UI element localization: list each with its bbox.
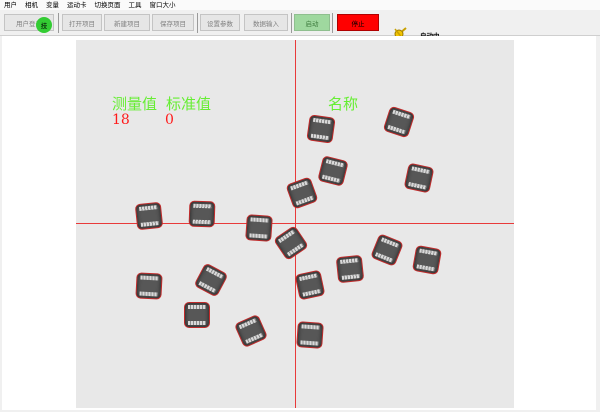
detected-part bbox=[272, 224, 310, 262]
standard-value: 0 bbox=[165, 112, 174, 128]
name-label: 名称 bbox=[328, 95, 359, 113]
detected-part bbox=[135, 272, 163, 300]
crosshair-vertical-line bbox=[295, 40, 296, 408]
detected-part bbox=[285, 176, 319, 210]
menu-camera[interactable]: 相机 bbox=[21, 0, 42, 10]
detected-part bbox=[245, 214, 273, 242]
detected-part bbox=[296, 321, 324, 349]
open-project-button[interactable]: 打开项目 bbox=[62, 14, 102, 31]
data-input-button[interactable]: 数据输入 bbox=[244, 14, 288, 31]
detected-part bbox=[233, 313, 269, 349]
detected-part bbox=[382, 105, 416, 139]
stop-button[interactable]: 停止 bbox=[337, 14, 379, 31]
detected-part bbox=[317, 155, 349, 187]
detected-part bbox=[370, 233, 404, 267]
detected-part bbox=[188, 200, 216, 228]
detected-part bbox=[134, 201, 164, 231]
menu-user[interactable]: 用户 bbox=[0, 0, 21, 10]
detected-part bbox=[403, 162, 435, 194]
detected-part bbox=[335, 254, 365, 284]
detected-part bbox=[193, 262, 229, 298]
toolbar-divider bbox=[197, 13, 198, 33]
camera-image-view[interactable]: 测量值 标准值 名称 18 0 bbox=[76, 40, 514, 408]
toolbar-divider bbox=[58, 13, 59, 33]
measured-value: 18 bbox=[112, 112, 130, 128]
standard-value-label: 标准值 bbox=[166, 95, 212, 113]
new-project-button[interactable]: 新建项目 bbox=[104, 14, 150, 31]
menu-tools[interactable]: 工具 bbox=[125, 0, 146, 10]
menu-window-size[interactable]: 窗口大小 bbox=[146, 0, 180, 10]
detected-part bbox=[306, 114, 336, 144]
detected-part bbox=[294, 269, 326, 301]
measured-value-label: 测量值 bbox=[112, 95, 158, 113]
save-project-button[interactable]: 保存项目 bbox=[152, 14, 194, 31]
toolbar-divider bbox=[291, 13, 292, 33]
start-button[interactable]: 启动 bbox=[294, 14, 330, 31]
menu-bar: 用户 相机 变量 运动卡 切换页面 工具 窗口大小 bbox=[0, 0, 600, 10]
settings-button[interactable]: 设置参数 bbox=[200, 14, 240, 31]
toolbar: 用户登录 打开项目 新建项目 保存项目 设置参数 数据输入 启动 停止 自动中 bbox=[0, 11, 600, 41]
detected-part bbox=[184, 302, 210, 328]
login-indicator-badge: 技 bbox=[36, 17, 52, 33]
toolbar-divider bbox=[332, 13, 333, 33]
menu-variables[interactable]: 变量 bbox=[42, 0, 63, 10]
menu-switch-page[interactable]: 切换页面 bbox=[91, 0, 125, 10]
detected-part bbox=[411, 244, 443, 276]
menu-motion-card[interactable]: 运动卡 bbox=[63, 0, 91, 10]
